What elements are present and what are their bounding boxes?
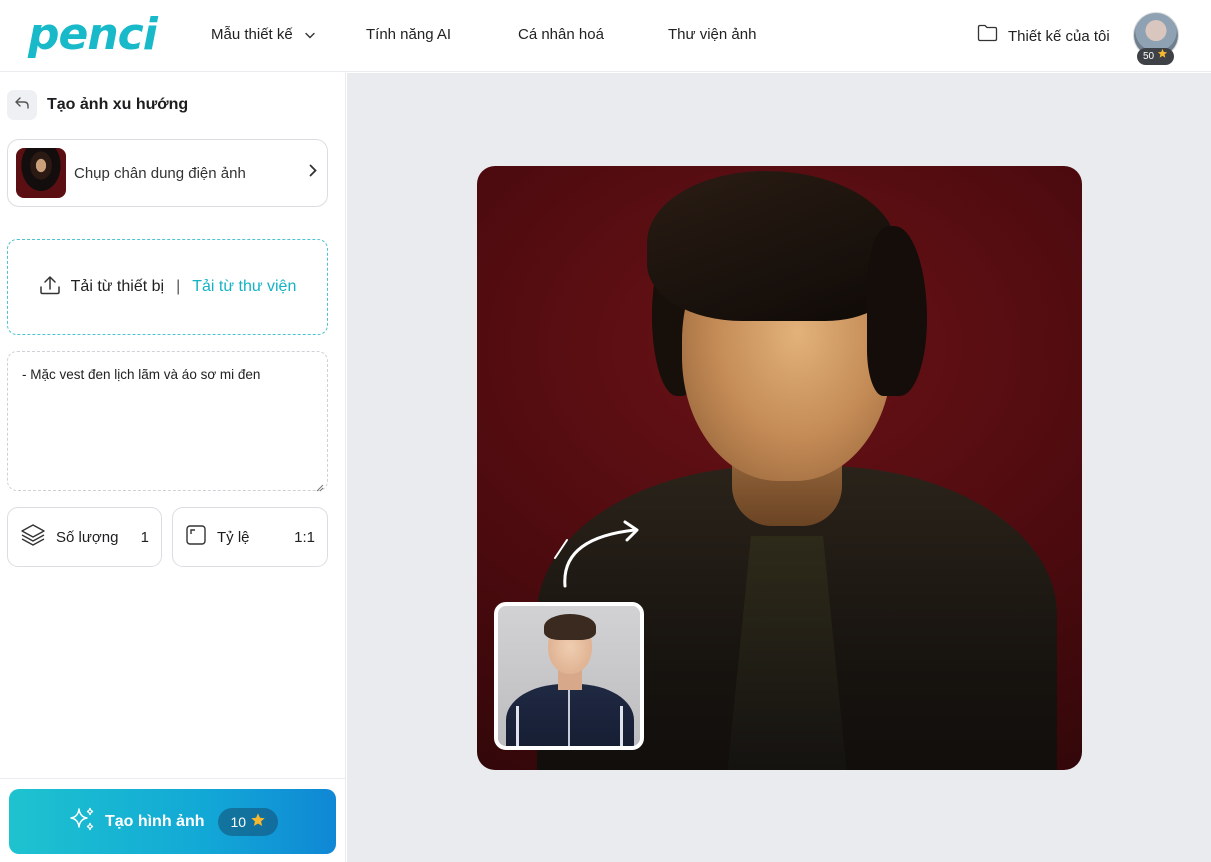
credit-count: 50 bbox=[1143, 51, 1155, 62]
credit-badge: 50 bbox=[1137, 48, 1175, 65]
ratio-label: Tỷ lệ bbox=[217, 528, 250, 546]
top-header: penci Mẫu thiết kế Tính năng AI Cá nhân … bbox=[0, 0, 1211, 72]
aspect-ratio-icon bbox=[185, 524, 207, 550]
my-designs-label: Thiết kế của tôi bbox=[1008, 27, 1110, 45]
quantity-label: Số lượng bbox=[56, 528, 119, 546]
resize-grip-icon[interactable] bbox=[316, 479, 324, 492]
sidebar-divider bbox=[0, 778, 346, 779]
nav-templates[interactable]: Mẫu thiết kế bbox=[211, 24, 315, 46]
generate-label: Tạo hình ảnh bbox=[104, 812, 205, 830]
template-name: Chụp chân dung điện ảnh bbox=[74, 164, 246, 182]
penci-logo[interactable]: penci bbox=[28, 8, 158, 62]
chevron-right-icon bbox=[309, 164, 317, 182]
chevron-down-icon bbox=[305, 24, 315, 46]
upload-separator: | bbox=[176, 278, 181, 295]
upload-icon bbox=[39, 275, 61, 300]
upload-from-device[interactable]: Tải từ thiết bị bbox=[39, 275, 164, 300]
template-thumbnail bbox=[16, 148, 66, 198]
folder-icon bbox=[977, 24, 998, 49]
layers-icon bbox=[20, 523, 46, 551]
nav-personalize[interactable]: Cá nhân hoá bbox=[518, 24, 604, 46]
main-workspace bbox=[347, 73, 1211, 862]
back-arrow-icon bbox=[14, 96, 30, 115]
upload-from-library[interactable]: Tải từ thư viện bbox=[192, 278, 296, 296]
template-selector[interactable]: Chụp chân dung điện ảnh bbox=[7, 139, 328, 207]
user-avatar-menu[interactable]: 50 bbox=[1133, 12, 1179, 65]
reference-stripe bbox=[620, 706, 623, 746]
portrait-hair-back bbox=[867, 226, 927, 396]
nav-templates-label: Mẫu thiết kế bbox=[211, 26, 293, 43]
left-sidebar: Tạo ảnh xu hướng Chụp chân dung điện ảnh… bbox=[0, 73, 346, 862]
reference-zipper bbox=[568, 684, 570, 746]
my-designs-link[interactable]: Thiết kế của tôi bbox=[977, 24, 1110, 49]
prompt-textarea[interactable]: - Mặc vest đen lịch lãm và áo sơ mi đen bbox=[7, 351, 328, 492]
generate-cost: 10 bbox=[230, 813, 247, 830]
sparkles-icon bbox=[67, 805, 97, 838]
panel-title: Tạo ảnh xu hướng bbox=[47, 96, 189, 113]
ratio-selector[interactable]: Tỷ lệ 1:1 bbox=[172, 507, 328, 567]
back-button[interactable] bbox=[7, 90, 37, 120]
portrait-hair bbox=[647, 171, 897, 321]
upload-dropzone[interactable]: Tải từ thiết bị | Tải từ thư viện bbox=[7, 239, 328, 335]
reference-photo bbox=[494, 602, 644, 750]
ratio-value: 1:1 bbox=[294, 528, 315, 546]
nav-ai-features[interactable]: Tính năng AI bbox=[366, 24, 451, 46]
reference-hair bbox=[544, 614, 596, 640]
star-icon bbox=[250, 812, 266, 831]
nav-image-library[interactable]: Thư viện ảnh bbox=[668, 24, 756, 46]
generate-image-button[interactable]: Tạo hình ảnh 10 bbox=[9, 789, 336, 854]
quantity-value: 1 bbox=[140, 528, 149, 546]
prompt-text: - Mặc vest đen lịch lãm và áo sơ mi đen bbox=[22, 367, 261, 382]
preview-image bbox=[477, 166, 1082, 770]
upload-from-device-label: Tải từ thiết bị bbox=[70, 278, 165, 295]
generate-cost-badge: 10 bbox=[218, 807, 279, 836]
quantity-selector[interactable]: Số lượng 1 bbox=[7, 507, 162, 567]
star-icon bbox=[1157, 48, 1168, 65]
curved-arrow-icon bbox=[554, 520, 639, 588]
reference-stripe bbox=[516, 706, 519, 746]
reference-jacket bbox=[506, 684, 634, 746]
